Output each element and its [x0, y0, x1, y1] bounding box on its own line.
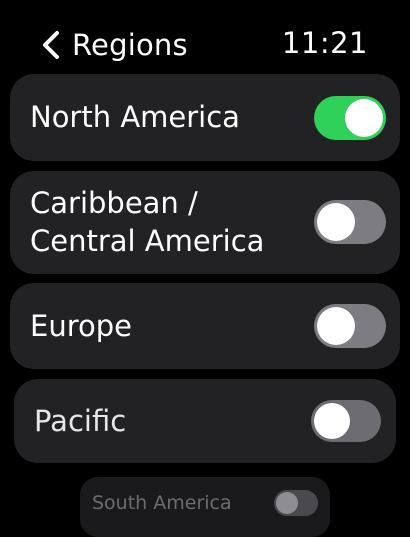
- toggle-knob: [276, 492, 298, 514]
- region-label: North America: [30, 100, 240, 134]
- clock: 11:21: [281, 26, 368, 60]
- toggle-knob: [317, 307, 355, 345]
- region-row-europe[interactable]: Europe: [10, 283, 400, 369]
- toggle-knob: [345, 99, 383, 137]
- region-toggle-south-america[interactable]: [274, 490, 318, 516]
- region-row-caribbean-central-america[interactable]: Caribbean / Central America: [10, 171, 400, 274]
- region-label: Pacific: [34, 404, 127, 438]
- region-toggle-north-america[interactable]: [314, 96, 386, 140]
- region-label: Europe: [30, 309, 132, 343]
- toggle-knob: [317, 203, 355, 241]
- region-row-pacific[interactable]: Pacific: [14, 379, 396, 463]
- region-toggle-europe[interactable]: [314, 304, 386, 348]
- region-row-north-america[interactable]: North America: [10, 74, 400, 161]
- toggle-knob: [314, 403, 350, 439]
- back-button[interactable]: Regions: [40, 24, 188, 66]
- region-toggle-pacific[interactable]: [311, 400, 381, 442]
- region-row-south-america[interactable]: South America: [80, 477, 330, 537]
- nav-header: Regions 11:21: [0, 0, 410, 74]
- region-label: Caribbean / Central America: [30, 186, 265, 258]
- region-toggle-caribbean-central-america[interactable]: [314, 200, 386, 244]
- region-label: South America: [92, 492, 232, 514]
- page-title: Regions: [72, 28, 188, 62]
- chevron-left-icon: [43, 31, 59, 59]
